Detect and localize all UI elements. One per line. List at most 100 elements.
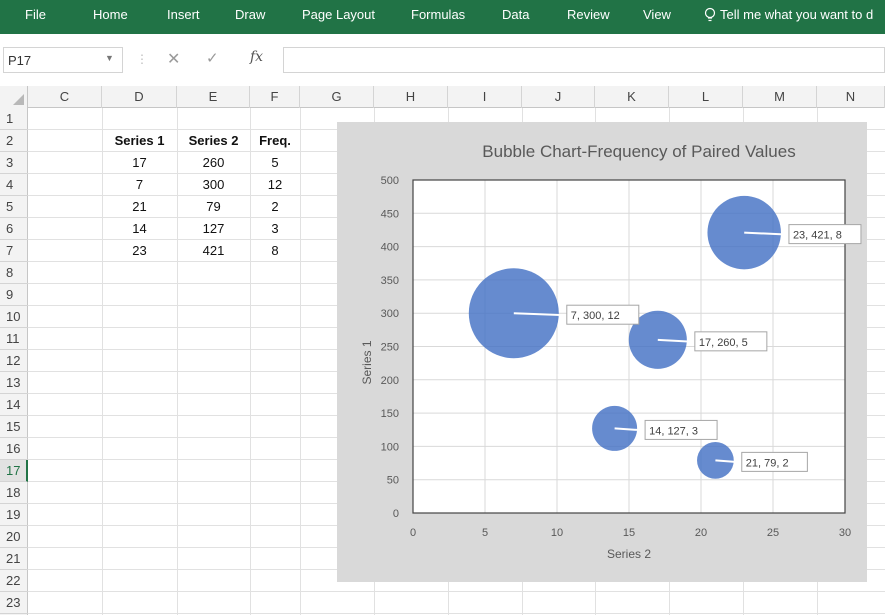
column-header-l[interactable]: L [669,86,743,108]
select-all-corner[interactable] [0,86,28,108]
tab-home[interactable]: Home [93,7,128,22]
y-tick-label: 0 [393,508,399,520]
table-cell[interactable]: 5 [250,152,300,174]
row-header-selected[interactable]: 17 [0,460,28,482]
row-header[interactable]: 11 [0,328,28,350]
x-tick-label: 0 [410,527,416,539]
x-tick-label: 25 [767,527,779,539]
row-header[interactable]: 15 [0,416,28,438]
data-label: 21, 79, 2 [746,457,789,469]
row-headers: 1 2 3 4 5 6 7 8 9 10 11 12 13 14 15 16 1… [0,108,28,615]
bubble [468,268,559,359]
column-header-m[interactable]: M [743,86,817,108]
enter-check-icon[interactable]: ✓ [206,49,219,67]
y-tick-label: 200 [381,375,399,387]
tell-me-search[interactable]: Tell me what you want to d [704,7,873,22]
table-cell[interactable]: 17 [102,152,177,174]
formula-input[interactable] [283,47,885,73]
insert-function-icon[interactable]: fx [250,49,263,65]
column-header-d[interactable]: D [102,86,177,108]
table-cell[interactable]: 300 [177,174,250,196]
column-headers: C D E F G H I J K L M N [0,86,885,108]
data-label: 17, 260, 5 [699,337,748,349]
bubble [592,405,638,451]
row-header[interactable]: 4 [0,174,28,196]
table-cell[interactable]: 127 [177,218,250,240]
row-header[interactable]: 22 [0,570,28,592]
row-header[interactable]: 5 [0,196,28,218]
tab-file[interactable]: File [25,7,46,22]
y-axis-title: Series 1 [360,340,374,384]
x-axis-title: Series 2 [607,547,651,561]
table-cell[interactable]: 2 [250,196,300,218]
row-header[interactable]: 6 [0,218,28,240]
row-header[interactable]: 9 [0,284,28,306]
y-tick-label: 350 [381,275,399,287]
row-header[interactable]: 8 [0,262,28,284]
column-header-f[interactable]: F [250,86,300,108]
name-box[interactable]: P17 ▼ [3,47,123,73]
tab-formulas[interactable]: Formulas [411,7,465,22]
x-tick-label: 15 [623,527,635,539]
column-header-k[interactable]: K [595,86,669,108]
row-header[interactable]: 7 [0,240,28,262]
table-cell[interactable]: 23 [102,240,177,262]
row-header[interactable]: 12 [0,350,28,372]
table-cell[interactable]: 79 [177,196,250,218]
table-header-freq[interactable]: Freq. [250,130,300,152]
table-header-series-1[interactable]: Series 1 [102,130,177,152]
column-header-c[interactable]: C [28,86,102,108]
row-header[interactable]: 20 [0,526,28,548]
bubble-chart[interactable]: 0 50 100 150 200 250 300 350 400 450 500 0 5 10 15 20 25… [337,122,867,582]
row-header[interactable]: 3 [0,152,28,174]
row-header[interactable]: 19 [0,504,28,526]
table-cell[interactable]: 12 [250,174,300,196]
y-tick-label: 500 [381,175,399,187]
lightbulb-icon [704,7,716,22]
data-label: 14, 127, 3 [649,425,698,437]
column-header-j[interactable]: J [522,86,595,108]
data-label: 23, 421, 8 [793,230,842,242]
row-header[interactable]: 21 [0,548,28,570]
column-header-h[interactable]: H [374,86,448,108]
table-cell[interactable]: 421 [177,240,250,262]
tab-view[interactable]: View [643,7,671,22]
table-cell[interactable]: 8 [250,240,300,262]
x-tick-label: 5 [482,527,488,539]
column-header-e[interactable]: E [177,86,250,108]
table-cell[interactable]: 21 [102,196,177,218]
row-header[interactable]: 23 [0,592,28,614]
column-header-n[interactable]: N [817,86,885,108]
table-header-series-2[interactable]: Series 2 [177,130,250,152]
select-all-icon [13,94,24,105]
row-header[interactable]: 18 [0,482,28,504]
tab-review[interactable]: Review [567,7,610,22]
row-header[interactable]: 10 [0,306,28,328]
y-tick-label: 150 [381,408,399,420]
data-label: 7, 300, 12 [571,310,620,322]
row-header[interactable]: 1 [0,108,28,130]
tab-data[interactable]: Data [502,7,529,22]
x-tick-label: 20 [695,527,707,539]
chevron-down-icon[interactable]: ▼ [105,53,114,63]
y-tick-label: 300 [381,308,399,320]
y-tick-label: 50 [387,475,399,487]
row-header[interactable]: 13 [0,372,28,394]
row-header[interactable]: 2 [0,130,28,152]
table-cell[interactable]: 14 [102,218,177,240]
y-tick-label: 100 [381,441,399,453]
table-cell[interactable]: 260 [177,152,250,174]
table-cell[interactable]: 3 [250,218,300,240]
tab-insert[interactable]: Insert [167,7,200,22]
column-header-i[interactable]: I [448,86,522,108]
chart-canvas: 0 50 100 150 200 250 300 350 400 450 500 0 5 10 15 20 25… [360,142,862,561]
row-header[interactable]: 14 [0,394,28,416]
column-header-g[interactable]: G [300,86,374,108]
name-box-value: P17 [8,53,32,68]
cancel-icon[interactable]: ✕ [167,49,180,69]
tab-draw[interactable]: Draw [235,7,265,22]
tab-page-layout[interactable]: Page Layout [302,7,375,22]
row-header[interactable]: 16 [0,438,28,460]
table-cell[interactable]: 7 [102,174,177,196]
formula-bar-grip-icon: ⋮ [136,52,148,66]
